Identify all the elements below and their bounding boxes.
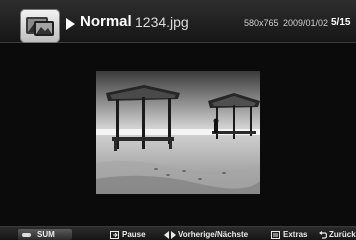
previous-next-label: Vorherige/Nächste (178, 230, 249, 239)
extras-hint[interactable]: Extras (271, 229, 307, 240)
sum-button[interactable]: SUM (18, 229, 72, 240)
photo-counter: 5/15 (331, 17, 351, 28)
image-resolution: 580x765 (244, 18, 279, 28)
back-label: Zurück (329, 230, 356, 239)
sum-label: SUM (37, 230, 55, 239)
return-icon (319, 231, 328, 239)
pause-label: Pause (122, 230, 146, 239)
bottom-help-bar: SUM Pause Vorherige/Nächste Extras Zurüc… (0, 226, 356, 240)
pause-hint[interactable]: Pause (110, 229, 146, 240)
extras-label: Extras (283, 230, 308, 239)
back-hint[interactable]: Zurück (319, 229, 356, 240)
file-name: 1234.jpg (135, 14, 189, 30)
photo-viewer-icon (20, 9, 60, 43)
view-mode-label: Normal (80, 13, 132, 30)
left-right-arrows-icon (164, 231, 176, 239)
tools-icon (271, 231, 280, 239)
enter-icon (110, 231, 119, 239)
sum-icon (22, 232, 31, 237)
photo-image (96, 71, 260, 194)
image-date: 2009/01/02 (283, 18, 329, 28)
top-info-bar: Normal 1234.jpg 580x765 2009/01/02 5/15 (0, 0, 356, 43)
photo-viewer-screen: Normal 1234.jpg 580x765 2009/01/02 5/15 (0, 0, 356, 240)
play-icon (66, 18, 75, 30)
previous-next-hint[interactable]: Vorherige/Nächste (164, 229, 248, 240)
